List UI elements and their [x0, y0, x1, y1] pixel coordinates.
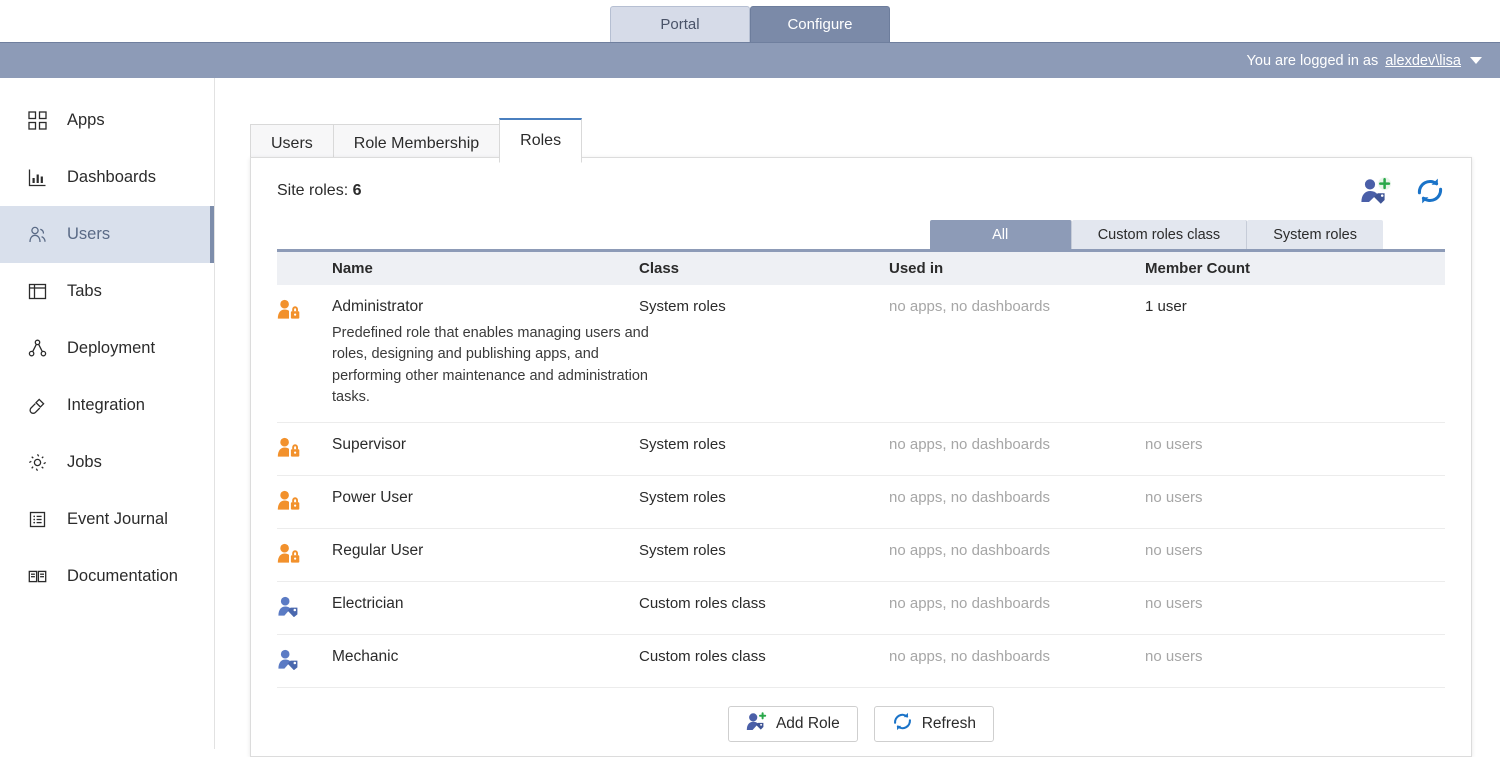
role-class: System roles [639, 489, 889, 515]
role-name: Administrator [332, 298, 657, 316]
refresh-icon [892, 711, 913, 737]
list-icon [28, 510, 47, 529]
link-icon [28, 396, 47, 415]
sidebar-item-label: Tabs [67, 282, 102, 301]
sidebar-item-label: Jobs [67, 453, 102, 472]
role-name: Regular User [332, 542, 423, 560]
filter-tab-bar: All Custom roles class System roles [251, 220, 1471, 249]
grid-icon [28, 111, 47, 130]
filter-tab-custom-roles-class[interactable]: Custom roles class [1072, 220, 1247, 249]
table-row[interactable]: Electrician Custom roles class no apps, … [277, 582, 1445, 635]
sidebar-item-documentation[interactable]: Documentation [0, 548, 214, 605]
role-class: System roles [639, 298, 889, 409]
refresh-icon[interactable] [1415, 176, 1445, 211]
role-class: System roles [639, 436, 889, 462]
sidebar: Apps Dashboards Users [0, 78, 215, 749]
role-member-count: no users [1145, 436, 1445, 462]
sidebar-item-event-journal[interactable]: Event Journal [0, 491, 214, 548]
username-link[interactable]: alexdev\lisa [1385, 53, 1461, 69]
roles-table: Name Class Used in Member Count [252, 249, 1470, 688]
network-icon [28, 339, 47, 358]
column-header-used-in: Used in [889, 260, 1145, 277]
column-header-class: Class [639, 260, 889, 277]
sidebar-item-tabs[interactable]: Tabs [0, 263, 214, 320]
table-row[interactable]: Mechanic Custom roles class no apps, no … [277, 635, 1445, 688]
table-row[interactable]: Regular User System roles no apps, no da… [277, 529, 1445, 582]
roles-panel: Site roles: 6 [250, 157, 1472, 757]
layout-icon [28, 282, 47, 301]
table-header-row: Name Class Used in Member Count [277, 249, 1445, 285]
main-content: Users Role Membership Roles Site roles: … [215, 78, 1500, 749]
bar-chart-icon [28, 168, 47, 187]
role-system-icon [277, 436, 332, 462]
role-used-in: no apps, no dashboards [889, 595, 1145, 621]
table-row[interactable]: Administrator Predefined role that enabl… [277, 285, 1445, 423]
role-name: Electrician [332, 595, 404, 613]
column-header-name: Name [277, 260, 639, 277]
table-row[interactable]: Supervisor System roles no apps, no dash… [277, 423, 1445, 476]
logged-in-label: You are logged in as [1247, 53, 1379, 69]
role-system-icon [277, 542, 332, 568]
role-name: Supervisor [332, 436, 406, 454]
role-name: Mechanic [332, 648, 398, 666]
role-custom-icon [277, 595, 332, 621]
users-icon [28, 225, 47, 244]
add-role-button-label: Add Role [776, 715, 840, 733]
sidebar-item-jobs[interactable]: Jobs [0, 434, 214, 491]
refresh-button-label: Refresh [922, 715, 976, 733]
sidebar-item-label: Documentation [67, 567, 178, 586]
role-member-count: no users [1145, 542, 1445, 568]
panel-header: Site roles: 6 [251, 158, 1471, 220]
sidebar-item-apps[interactable]: Apps [0, 92, 214, 149]
sidebar-item-label: Deployment [67, 339, 155, 358]
sidebar-item-label: Event Journal [67, 510, 168, 529]
site-roles-label: Site roles: [277, 182, 348, 199]
sidebar-item-label: Users [67, 225, 110, 244]
role-member-count: 1 user [1145, 298, 1445, 409]
role-used-in: no apps, no dashboards [889, 489, 1145, 515]
sidebar-item-label: Apps [67, 111, 105, 130]
add-user-icon [746, 712, 767, 736]
role-class: Custom roles class [639, 595, 889, 621]
panel-footer: Add Role Refresh [251, 706, 1471, 742]
column-header-member-count: Member Count [1145, 260, 1445, 277]
add-role-button[interactable]: Add Role [728, 706, 858, 742]
role-used-in: no apps, no dashboards [889, 436, 1145, 462]
sidebar-item-label: Integration [67, 396, 145, 415]
role-used-in: no apps, no dashboards [889, 648, 1145, 674]
site-roles-summary: Site roles: 6 [277, 182, 362, 200]
filter-tab-all[interactable]: All [930, 220, 1072, 249]
book-icon [28, 567, 47, 586]
filter-tab-system-roles[interactable]: System roles [1247, 220, 1383, 249]
role-custom-icon [277, 648, 332, 674]
add-user-tag-icon[interactable] [1359, 176, 1393, 211]
sidebar-item-users[interactable]: Users [0, 206, 214, 263]
site-roles-count: 6 [353, 182, 362, 199]
user-bar: You are logged in as alexdev\lisa [0, 42, 1500, 78]
top-tab-bar: Portal Configure [0, 0, 1500, 42]
tab-roles[interactable]: Roles [499, 118, 582, 163]
sidebar-item-integration[interactable]: Integration [0, 377, 214, 434]
role-class: System roles [639, 542, 889, 568]
role-class: Custom roles class [639, 648, 889, 674]
top-tab-configure[interactable]: Configure [750, 6, 890, 42]
role-used-in: no apps, no dashboards [889, 542, 1145, 568]
chevron-down-icon[interactable] [1470, 57, 1482, 64]
role-member-count: no users [1145, 595, 1445, 621]
panel-header-actions [1359, 176, 1445, 211]
gear-icon [28, 453, 47, 472]
sidebar-item-label: Dashboards [67, 168, 156, 187]
top-tab-portal[interactable]: Portal [610, 6, 750, 42]
sidebar-item-dashboards[interactable]: Dashboards [0, 149, 214, 206]
table-row[interactable]: Power User System roles no apps, no dash… [277, 476, 1445, 529]
role-system-icon [277, 298, 332, 409]
role-system-icon [277, 489, 332, 515]
role-member-count: no users [1145, 489, 1445, 515]
refresh-button[interactable]: Refresh [874, 706, 994, 742]
role-description: Predefined role that enables managing us… [332, 323, 657, 409]
sidebar-item-deployment[interactable]: Deployment [0, 320, 214, 377]
role-member-count: no users [1145, 648, 1445, 674]
role-name: Power User [332, 489, 413, 507]
role-used-in: no apps, no dashboards [889, 298, 1145, 409]
